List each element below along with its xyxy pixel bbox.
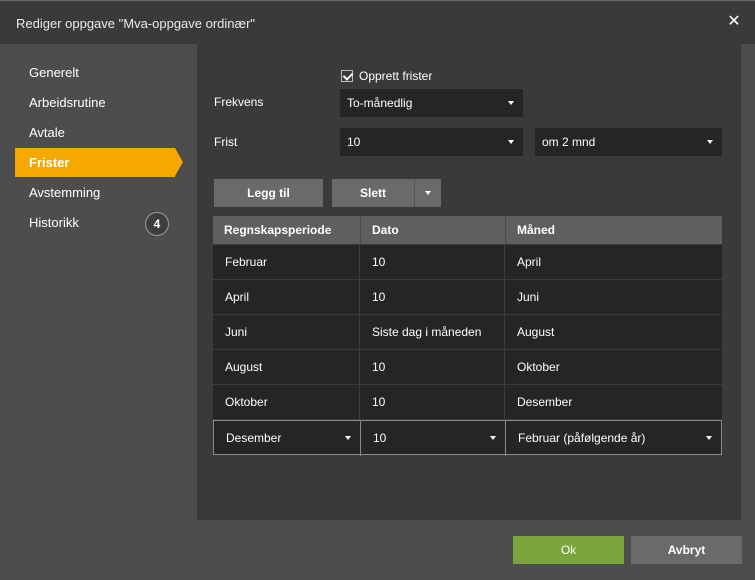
frequency-select[interactable]: To-månedlig: [340, 89, 523, 117]
month-cell: Oktober: [517, 360, 560, 374]
ok-button[interactable]: Ok: [513, 536, 624, 564]
table-row[interactable]: August 10 Oktober: [213, 350, 722, 385]
sidebar-item-label: Avtale: [29, 125, 65, 140]
date-cell: 10: [360, 385, 505, 420]
period-select-value: Desember: [226, 431, 282, 445]
sidebar-item-arbeidsrutine[interactable]: Arbeidsrutine: [15, 88, 175, 117]
create-deadlines-checkbox[interactable]: [341, 70, 353, 82]
period-cell: August: [213, 350, 360, 385]
table-row[interactable]: Oktober 10 Desember: [213, 385, 722, 420]
sidebar-item-label: Arbeidsrutine: [29, 95, 106, 110]
add-button[interactable]: Legg til: [214, 179, 323, 207]
table-row[interactable]: Februar 10 April: [213, 245, 722, 280]
table-row[interactable]: April 10 Juni: [213, 280, 722, 315]
chevron-down-icon: [345, 436, 351, 440]
dialog-titlebar: Rediger oppgave "Mva-oppgave ordinær" ✕: [0, 0, 755, 44]
deadline-offset-value: om 2 mnd: [542, 135, 596, 149]
table-row-editing[interactable]: Desember 10 Februar (påfølgende år): [213, 420, 722, 456]
delete-options-button[interactable]: [414, 179, 441, 207]
date-cell: Siste dag i måneden: [360, 315, 505, 350]
deadline-offset-select[interactable]: om 2 mnd: [535, 128, 722, 156]
create-deadlines-row[interactable]: Opprett frister: [341, 68, 432, 84]
column-header-period[interactable]: Regnskapsperiode: [213, 216, 360, 244]
history-count-badge: 4: [145, 212, 169, 236]
period-cell: April: [213, 280, 360, 315]
month-cell: Desember: [517, 395, 573, 409]
month-cell: April: [517, 255, 542, 269]
chevron-down-icon: [508, 140, 514, 144]
sidebar-item-avtale[interactable]: Avtale: [15, 118, 175, 147]
date-select-value: 10: [373, 431, 387, 445]
chevron-down-icon: [490, 436, 496, 440]
column-header-date[interactable]: Dato: [360, 216, 505, 244]
frequency-value: To-månedlig: [347, 96, 413, 110]
month-select-value: Februar (påfølgende år): [518, 431, 646, 445]
deadline-day-select[interactable]: 10: [340, 128, 523, 156]
month-cell: Juni: [517, 290, 540, 304]
frister-panel: Opprett frister Frekvens To-månedlig Fri…: [197, 44, 741, 520]
period-cell: Februar: [213, 245, 360, 280]
sidebar-item-avstemming[interactable]: Avstemming: [15, 178, 175, 207]
sidebar-nav: Generelt Arbeidsrutine Avtale Frister Av…: [0, 44, 196, 524]
period-cell: Oktober: [213, 385, 360, 420]
close-icon[interactable]: ✕: [726, 14, 742, 30]
column-header-month[interactable]: Måned: [505, 216, 722, 244]
sidebar-item-generelt[interactable]: Generelt: [15, 58, 175, 87]
deadline-day-value: 10: [347, 135, 361, 149]
period-cell: Juni: [213, 315, 360, 350]
month-select[interactable]: Februar (påfølgende år): [506, 421, 721, 456]
date-cell: 10: [360, 280, 505, 315]
sidebar-item-label: Generelt: [29, 65, 79, 80]
cancel-button[interactable]: Avbryt: [631, 536, 742, 564]
sidebar-item-frister[interactable]: Frister: [15, 148, 183, 177]
date-select[interactable]: 10: [361, 421, 506, 456]
table-row[interactable]: Juni Siste dag i måneden August: [213, 315, 722, 350]
chevron-down-icon: [707, 140, 713, 144]
period-select[interactable]: Desember: [214, 421, 361, 456]
dialog-title: Rediger oppgave "Mva-oppgave ordinær": [16, 16, 256, 31]
date-cell: 10: [360, 350, 505, 385]
sidebar-item-label: Avstemming: [29, 185, 101, 200]
sidebar-item-label: Frister: [29, 155, 70, 170]
deadline-label: Frist: [214, 135, 238, 149]
chevron-down-icon: [706, 436, 712, 440]
create-deadlines-label: Opprett frister: [359, 69, 433, 83]
delete-button[interactable]: Slett: [332, 179, 414, 207]
month-cell: August: [517, 325, 555, 339]
chevron-down-icon: [425, 191, 431, 195]
sidebar-item-label: Historikk: [29, 215, 79, 230]
date-cell: 10: [360, 245, 505, 280]
table-header: Regnskapsperiode Dato Måned: [213, 216, 722, 244]
frequency-label: Frekvens: [214, 95, 264, 109]
chevron-down-icon: [508, 101, 514, 105]
